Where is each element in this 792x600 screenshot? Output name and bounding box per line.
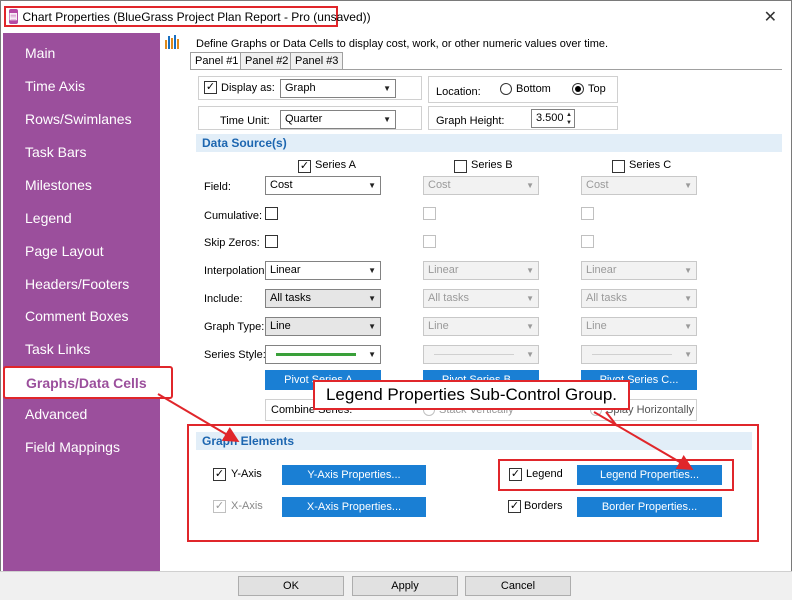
- apply-button[interactable]: Apply: [352, 576, 458, 596]
- cancel-button[interactable]: Cancel: [465, 576, 571, 596]
- arrow-to-legend: [593, 411, 694, 471]
- arrow-to-graph-elements: [157, 393, 240, 443]
- annotation-arrows: [157, 393, 694, 471]
- ok-button[interactable]: OK: [238, 576, 344, 596]
